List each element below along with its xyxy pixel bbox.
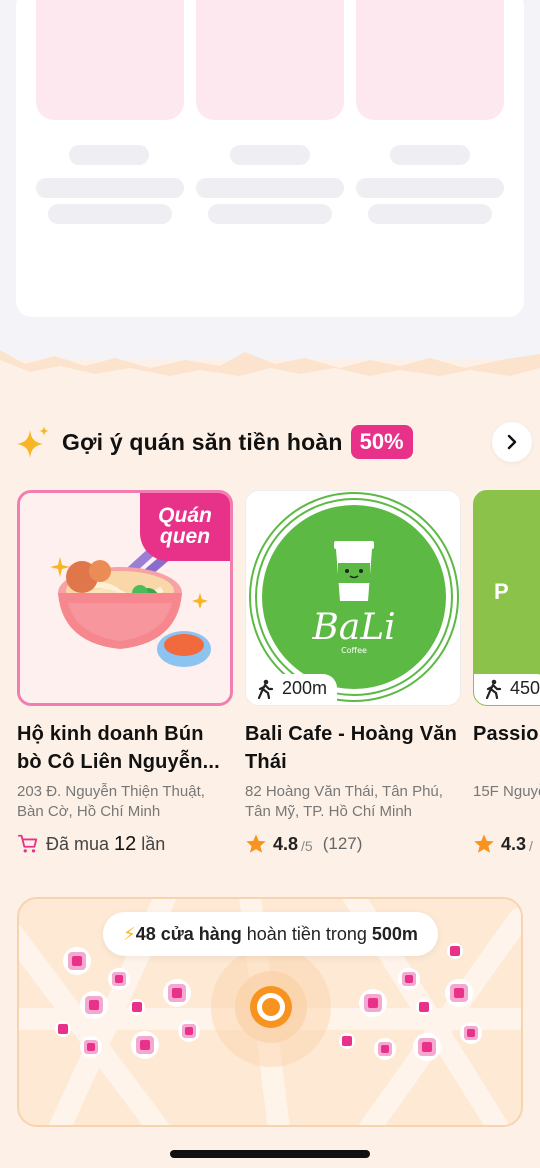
store-image: BaLi Coffee 200m — [245, 490, 461, 706]
walking-icon — [485, 679, 502, 699]
nearby-stores-summary: ⚡ 48 cửa hàng hoàn tiền trong 500m — [103, 912, 438, 956]
distance-text: 450 — [510, 678, 540, 698]
skeleton-line — [36, 178, 184, 198]
skeleton-line — [69, 145, 149, 165]
distance-text: 200m — [282, 678, 328, 698]
store-card[interactable]: P A 450 Passio Nguyễn 15F Nguyễ Quận 1, … — [473, 490, 540, 858]
skeleton-card — [16, 0, 524, 317]
bali-coffee-logo: BaLi Coffee — [246, 491, 459, 704]
rating-count: (127) — [322, 834, 363, 853]
sparkle-icon — [17, 426, 49, 458]
skeleton-line — [48, 204, 172, 224]
skeleton-image — [36, 0, 184, 120]
store-card[interactable]: BaLi Coffee 200m Bali Cafe - Hoàng Văn T… — [245, 490, 461, 858]
star-icon — [474, 834, 494, 853]
distance-badge: 200m — [246, 674, 338, 705]
store-name: Passio Nguyễn — [473, 723, 540, 745]
section-header: Gợi ý quán săn tiền hoàn 50% — [16, 420, 532, 464]
purchase-count: 12 — [114, 832, 137, 855]
purchase-suffix: lần — [141, 833, 166, 854]
rating-value: 4.8 — [273, 833, 299, 854]
store-card[interactable]: Quán quen Hộ kinh doanh Bún bò Cô Liên N… — [17, 490, 233, 858]
walking-icon — [257, 679, 274, 699]
section-title: Gợi ý quán săn tiền hoàn — [62, 428, 343, 455]
rating-max: /5 — [301, 838, 313, 854]
bali-logo-text: BaLi — [311, 607, 395, 648]
home-indicator — [170, 1150, 370, 1158]
store-image: P A 450 — [473, 490, 540, 706]
store-address: 203 Đ. Nguyễn Thiện Thuật, Bàn Cờ, Hồ Ch… — [17, 783, 205, 820]
rating-value: 4.3 — [501, 833, 527, 854]
torn-edge-divider — [0, 350, 540, 380]
skeleton-line — [196, 178, 344, 198]
purchase-history: Đã mua 12 lần — [17, 830, 233, 858]
skeleton-line — [208, 204, 332, 224]
store-name: Bali Cafe - Hoàng Văn Thái — [245, 723, 458, 773]
passio-logo-text: P A — [494, 579, 540, 604]
store-address: 15F Nguyễ Quận 1, Hồ — [473, 783, 540, 800]
chevron-right-icon — [507, 434, 517, 450]
store-name: Hộ kinh doanh Bún bò Cô Liên Nguyễn... — [17, 723, 220, 773]
radius-text: 500m — [371, 923, 418, 944]
store-image: Quán quen — [17, 490, 233, 706]
rating-max: / — [529, 838, 533, 854]
see-more-button[interactable] — [492, 422, 532, 462]
loading-skeleton-area — [0, 0, 540, 360]
cart-icon — [17, 834, 38, 853]
skeleton-line — [390, 145, 470, 165]
store-rating: 4.3 / — [473, 830, 540, 858]
skeleton-line — [356, 178, 504, 198]
summary-mid-text: hoàn tiền trong — [246, 923, 367, 944]
cashback-percent-badge: 50% — [350, 425, 413, 459]
skeleton-image — [196, 0, 344, 120]
bali-logo-subtext: Coffee — [341, 646, 367, 655]
current-location-icon — [250, 986, 292, 1028]
regular-store-badge: Quán quen — [140, 493, 230, 561]
distance-badge: 450 — [474, 674, 540, 705]
store-count: 48 cửa hàng — [135, 923, 242, 944]
lightning-icon: ⚡ — [123, 923, 136, 944]
star-icon — [246, 834, 266, 853]
skeleton-line — [368, 204, 492, 224]
purchase-prefix: Đã mua — [46, 833, 110, 854]
store-rating: 4.8 /5 (127) — [245, 830, 461, 858]
store-address: 82 Hoàng Văn Thái, Tân Phú, Tân Mỹ, TP. … — [245, 783, 443, 820]
skeleton-image — [356, 0, 504, 120]
skeleton-line — [230, 145, 310, 165]
